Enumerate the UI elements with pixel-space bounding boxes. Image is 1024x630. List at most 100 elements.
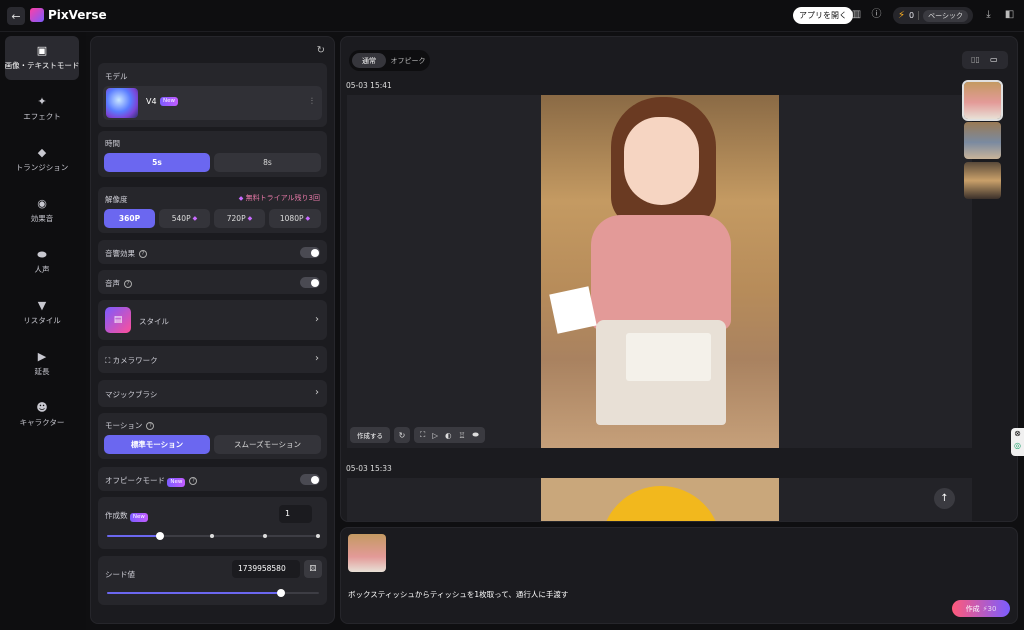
lips-icon[interactable]: ⬬ (472, 430, 478, 440)
new-badge: New (129, 513, 148, 522)
sidebar-item-label: 効果音 (30, 214, 54, 223)
gem-icon: ◆ (238, 195, 244, 202)
off-peak-label: オフピークモード (105, 476, 165, 485)
count-card: 作成数 New 1 (98, 497, 327, 549)
resolution-option-720p[interactable]: 720P ◆ (214, 209, 265, 228)
generate-cost-row: ⚡30 (983, 605, 997, 613)
help-icon[interactable]: ? (124, 280, 132, 288)
sidebar-item-effects[interactable]: ✦ エフェクト (5, 87, 79, 131)
help-icon[interactable]: ? (146, 422, 155, 430)
settings-panel: ↻ モデル V4 New ⫶ 時間 5s 8s 解像度 ◆ 無料トライアル残り3… (90, 36, 335, 624)
sidebar-item-transition[interactable]: ◆ トランジション (5, 138, 79, 182)
top-bar: ← PixVerse アプリを開く ▥ ⓘ ⚡ 0 ベーシック ⤓ ◧ (0, 0, 1024, 32)
result-timestamp: 05-03 15:33 (346, 464, 392, 473)
model-name: V4 (146, 97, 157, 106)
gem-icon: ◆ (247, 215, 253, 222)
extend-icon[interactable]: ▷ (432, 431, 438, 440)
generated-image[interactable] (541, 95, 779, 448)
regenerate-icon[interactable]: ↻ (394, 427, 410, 443)
sound-effect-card: 音響効果? (98, 240, 327, 264)
upscale-icon[interactable]: ⛶ (420, 430, 425, 440)
sidebar-item-sound-effects[interactable]: ◉ 効果音 (5, 189, 79, 233)
reference-image[interactable] (348, 534, 386, 572)
trophy-icon[interactable]: ♖ (459, 431, 466, 440)
generate-button[interactable]: 作成 ⚡30 (952, 600, 1010, 617)
model-thumbnail (106, 88, 138, 118)
result-thumbnail[interactable] (964, 122, 1001, 159)
figure-tissue-box (626, 333, 711, 381)
sidebar-item-image-text[interactable]: ▣ 画像・テキストモード (5, 36, 79, 80)
make-button[interactable]: 作成する (350, 427, 390, 443)
generate-label: 作成 (965, 604, 980, 613)
new-badge: New (167, 478, 186, 487)
tab-normal[interactable]: 通常 (352, 53, 386, 68)
style-card[interactable]: ▤ スタイル › (98, 300, 327, 340)
slider-thumb[interactable] (156, 532, 164, 540)
magic-brush-card[interactable]: マジックブラシ › (98, 380, 327, 407)
sidebar-item-extend[interactable]: ▶ 延長 (5, 342, 79, 386)
sidebar-item-label: 人声 (34, 265, 50, 274)
seed-input[interactable]: 1739958580 (232, 560, 300, 578)
back-button[interactable]: ← (7, 7, 25, 25)
close-icon[interactable]: ⊗ (1011, 428, 1024, 440)
sidebar-item-character[interactable]: ☻ キャラクター (5, 393, 79, 437)
resolution-label-1080p: 1080P (279, 214, 304, 223)
result-timestamp: 05-03 15:41 (346, 81, 392, 90)
sound-effect-toggle[interactable] (300, 247, 320, 258)
chevron-right-icon: › (315, 353, 319, 364)
off-peak-toggle[interactable] (300, 474, 320, 485)
help-icon[interactable]: ⓘ (871, 9, 882, 20)
resolution-option-540p[interactable]: 540P ◆ (159, 209, 210, 228)
camera-label: カメラワーク (112, 356, 158, 365)
prompt-input[interactable]: ボックスティッシュからティッシュを1枚取って、通行人に手渡す (348, 589, 568, 600)
gem-icon: ◆ (192, 215, 198, 222)
dice-icon[interactable]: ⚄ (304, 560, 322, 578)
slider-fill (107, 535, 160, 537)
audio-icon[interactable]: ◐ (445, 431, 452, 440)
voice-toggle[interactable] (300, 277, 320, 288)
grid-view-icon[interactable]: ▯▯ (971, 55, 980, 64)
help-icon[interactable]: ? (189, 477, 198, 485)
figure-shirt (591, 215, 731, 330)
help-icon[interactable]: ? (139, 250, 147, 258)
assistant-icon[interactable]: ◎ (1011, 440, 1024, 452)
resolution-option-360p[interactable]: 360P (104, 209, 155, 228)
sound-effect-row: 音響効果? (105, 248, 147, 259)
duration-option-8s[interactable]: 8s (214, 153, 321, 172)
count-label: 作成数 (105, 511, 128, 520)
chevron-right-icon: › (315, 387, 319, 398)
credit-count: 0 (909, 11, 915, 20)
sound-effect-icon: ◉ (37, 197, 47, 210)
list-view-icon[interactable]: ▭ (990, 55, 998, 64)
camera-card[interactable]: ⛶ カメラワーク › (98, 346, 327, 373)
view-toggle[interactable]: ▯▯ ▭ (962, 51, 1008, 69)
book-icon[interactable]: ▥ (851, 9, 862, 20)
scroll-to-top-button[interactable]: ↑ (934, 488, 955, 509)
sidebar-item-restyle[interactable]: ▼ リスタイル (5, 291, 79, 335)
motion-option-standard[interactable]: 標準モーション (104, 435, 210, 454)
slider-step (263, 534, 267, 538)
motion-label: モーション (105, 421, 143, 430)
slider-thumb[interactable] (276, 589, 285, 597)
generated-image[interactable] (541, 478, 779, 521)
result-thumbnail[interactable] (964, 162, 1001, 199)
tune-icon[interactable]: ⫶ (311, 97, 313, 107)
model-selector[interactable]: V4 New ⫶ (103, 86, 322, 120)
result-card (347, 478, 972, 521)
sidebar-item-voice[interactable]: ⬬ 人声 (5, 240, 79, 284)
tab-off-peak[interactable]: オフピーク (389, 53, 427, 68)
resolution-option-1080p[interactable]: 1080P ◆ (269, 209, 321, 228)
duration-option-5s[interactable]: 5s (104, 153, 210, 172)
tool-group: ⛶ ▷ ◐ ♖ ⬬ (414, 427, 485, 443)
credits-pill[interactable]: ⚡ 0 ベーシック (893, 7, 973, 24)
result-thumbnail[interactable] (962, 80, 1003, 121)
download-icon[interactable]: ⤓ (983, 9, 994, 20)
slider-fill (107, 592, 281, 594)
count-input[interactable]: 1 (279, 505, 312, 523)
character-icon: ☻ (36, 401, 48, 414)
open-app-button[interactable]: アプリを開く (793, 7, 853, 24)
floating-widget[interactable]: ⊗ ◎ (1011, 428, 1024, 456)
reset-icon[interactable]: ↻ (317, 45, 325, 56)
motion-option-smooth[interactable]: スムーズモーション (214, 435, 321, 454)
notification-icon[interactable]: ◧ (1004, 9, 1015, 20)
